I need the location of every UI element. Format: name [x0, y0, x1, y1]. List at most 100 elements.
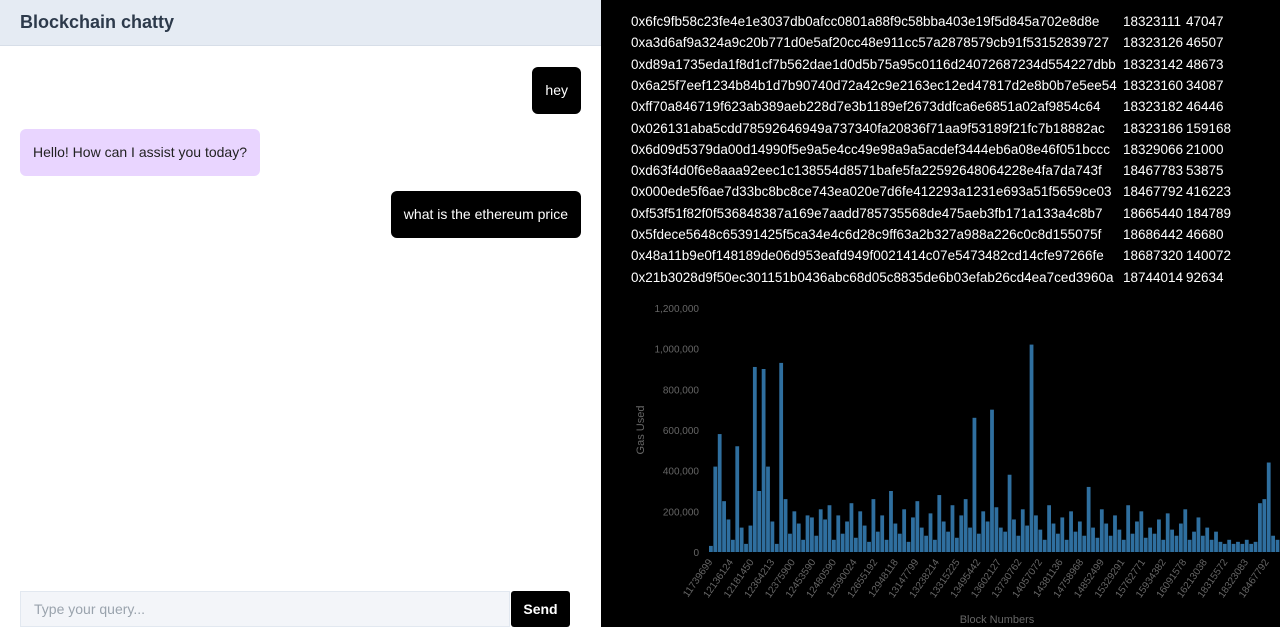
bar — [1183, 509, 1188, 552]
bar — [1121, 539, 1126, 552]
bar — [1060, 517, 1065, 552]
y-tick-label: 400,000 — [663, 467, 700, 478]
bar — [823, 519, 827, 552]
bar — [933, 539, 937, 552]
y-axis-label: Gas Used — [635, 406, 647, 455]
bar — [1143, 537, 1148, 552]
bar — [1209, 539, 1214, 552]
bar — [919, 527, 924, 552]
chat-panel: Blockchain chatty hey Hello! How can I a… — [0, 0, 601, 627]
bar — [735, 446, 740, 552]
send-button[interactable]: Send — [511, 591, 570, 627]
bar — [1020, 509, 1025, 552]
bar — [946, 531, 950, 552]
y-tick-label: 1,200,000 — [655, 304, 700, 315]
y-tick-label: 200,000 — [663, 507, 700, 518]
bar — [726, 519, 731, 552]
bar — [862, 525, 867, 552]
bar — [1051, 523, 1056, 552]
bar — [1187, 539, 1192, 552]
bar — [766, 466, 770, 552]
bar — [1108, 535, 1113, 552]
bar — [722, 501, 726, 552]
bar — [1200, 535, 1205, 552]
bar — [1064, 539, 1069, 552]
bar — [985, 521, 990, 552]
bar — [801, 539, 806, 552]
results-panel: 0x6fc9fb58c23fe4e1e3037db0afcc0801a88f9c… — [601, 0, 1280, 627]
bar — [981, 511, 986, 552]
bar — [1178, 523, 1183, 552]
bar — [739, 527, 744, 552]
bar — [902, 509, 907, 552]
bar — [1007, 474, 1012, 552]
bar — [1091, 527, 1095, 552]
bar — [770, 521, 775, 552]
bar — [761, 369, 766, 552]
bar — [1214, 531, 1218, 552]
bar — [871, 499, 876, 552]
bar — [1038, 529, 1043, 552]
bar — [858, 511, 863, 552]
bar — [1073, 531, 1078, 552]
bar — [717, 434, 722, 552]
bar — [1152, 533, 1157, 552]
bar — [1034, 515, 1038, 552]
bar — [897, 533, 902, 552]
bar — [1042, 539, 1047, 552]
bar — [709, 545, 713, 552]
bar — [884, 539, 889, 552]
bar — [1271, 535, 1276, 552]
bar — [937, 495, 942, 552]
bar — [1222, 543, 1227, 552]
bar — [906, 541, 911, 552]
bar — [1165, 513, 1170, 552]
bar — [1012, 519, 1016, 552]
bar — [1029, 344, 1034, 552]
bar — [1082, 535, 1087, 552]
bar — [1130, 533, 1135, 552]
bar — [1157, 519, 1161, 552]
user-message: hey — [532, 67, 581, 114]
y-tick-label: 600,000 — [663, 426, 700, 437]
bar — [840, 533, 845, 552]
bar — [1095, 537, 1100, 552]
bar — [783, 499, 788, 552]
bar — [805, 515, 810, 552]
bar — [744, 543, 748, 552]
bar — [1240, 543, 1245, 552]
bar — [836, 515, 841, 552]
bar — [1069, 511, 1073, 552]
bar — [845, 521, 849, 552]
bar — [959, 515, 964, 552]
bar — [1104, 523, 1109, 552]
bar — [963, 499, 968, 552]
bar — [796, 523, 801, 552]
y-tick-label: 0 — [693, 548, 699, 559]
bar — [1126, 505, 1131, 552]
bar — [713, 466, 718, 552]
bar — [1244, 539, 1249, 552]
y-tick-label: 1,000,000 — [655, 345, 700, 356]
bar — [893, 523, 898, 552]
bar — [1227, 539, 1232, 552]
bar — [950, 505, 955, 552]
bar — [1266, 462, 1271, 552]
bar — [1099, 509, 1104, 552]
query-input[interactable] — [20, 591, 510, 627]
y-tick-label: 800,000 — [663, 385, 700, 396]
bar — [849, 503, 854, 552]
bar — [774, 543, 779, 552]
bar — [880, 515, 885, 552]
bar — [1231, 543, 1236, 552]
bar — [1086, 486, 1091, 552]
bar — [752, 366, 757, 552]
bar — [1218, 541, 1223, 552]
gas-used-chart: 0 200,000 400,000 600,000 800,000 1,000,000 1,… — [635, 304, 1280, 626]
bar — [853, 537, 858, 552]
bar — [1148, 527, 1153, 552]
assistant-message: Hello! How can I assist you today? — [20, 129, 260, 176]
bar — [889, 491, 893, 552]
bar — [1174, 535, 1179, 552]
bar — [990, 409, 994, 552]
